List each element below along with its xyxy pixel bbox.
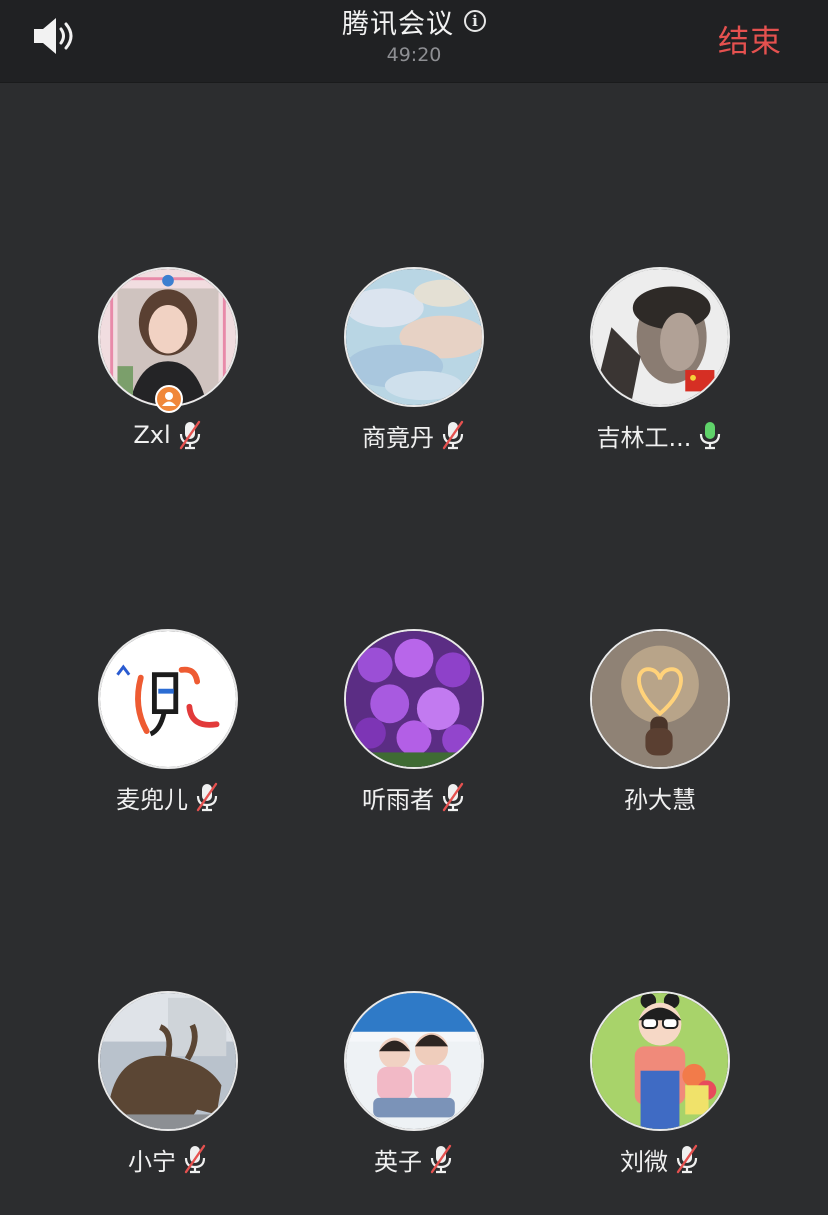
mic-muted-icon xyxy=(430,1144,452,1174)
participant-name: 吉林工... xyxy=(596,423,692,452)
avatar xyxy=(590,991,730,1131)
mic-muted-icon xyxy=(676,1144,698,1174)
participant-name: 孙大慧 xyxy=(624,785,696,814)
avatar xyxy=(98,991,238,1131)
avatar xyxy=(344,267,484,407)
participant-name: 商竟丹 xyxy=(362,423,434,452)
meeting-timer: 49:20 xyxy=(386,44,442,66)
avatar xyxy=(590,629,730,769)
meeting-screen: 腾讯会议 i 49:20 结束 Zxl 商竟丹 吉林工... 麦兜儿 听雨者 孙… xyxy=(0,0,828,1215)
participant-tile[interactable]: 吉林工... xyxy=(522,267,798,477)
participant-name: 听雨者 xyxy=(362,785,434,814)
avatar xyxy=(98,629,238,769)
participant-name: 小宁 xyxy=(128,1147,176,1176)
participant-tile[interactable]: 英子 xyxy=(276,991,552,1201)
title-area: 腾讯会议 i 49:20 xyxy=(0,0,828,66)
participant-tile[interactable]: 麦兜儿 xyxy=(30,629,306,839)
mic-active-icon xyxy=(700,422,721,450)
mic-muted-icon xyxy=(442,782,464,812)
end-meeting-button[interactable]: 结束 xyxy=(718,16,782,61)
top-bar: 腾讯会议 i 49:20 结束 xyxy=(0,0,828,83)
participant-tile[interactable]: 小宁 xyxy=(30,991,306,1201)
participant-name: Zxl xyxy=(133,421,171,449)
mic-muted-icon xyxy=(179,420,200,450)
participant-name: 刘微 xyxy=(620,1147,668,1176)
host-icon xyxy=(155,385,183,413)
participant-name: 英子 xyxy=(374,1147,422,1176)
participant-tile[interactable]: 商竟丹 xyxy=(276,267,552,477)
participant-tile[interactable]: 刘微 xyxy=(522,991,798,1201)
meeting-title: 腾讯会议 xyxy=(342,8,454,40)
participant-name: 麦兜儿 xyxy=(116,785,188,814)
info-icon[interactable]: i xyxy=(464,10,486,32)
avatar xyxy=(344,629,484,769)
participant-tile[interactable]: 孙大慧 xyxy=(522,629,798,839)
participant-tile[interactable]: 听雨者 xyxy=(276,629,552,839)
avatar xyxy=(344,991,484,1131)
mic-muted-icon xyxy=(184,1144,206,1174)
mic-muted-icon xyxy=(442,420,464,450)
mic-muted-icon xyxy=(196,782,218,812)
avatar xyxy=(590,267,730,407)
participant-tile[interactable]: Zxl xyxy=(30,267,306,477)
